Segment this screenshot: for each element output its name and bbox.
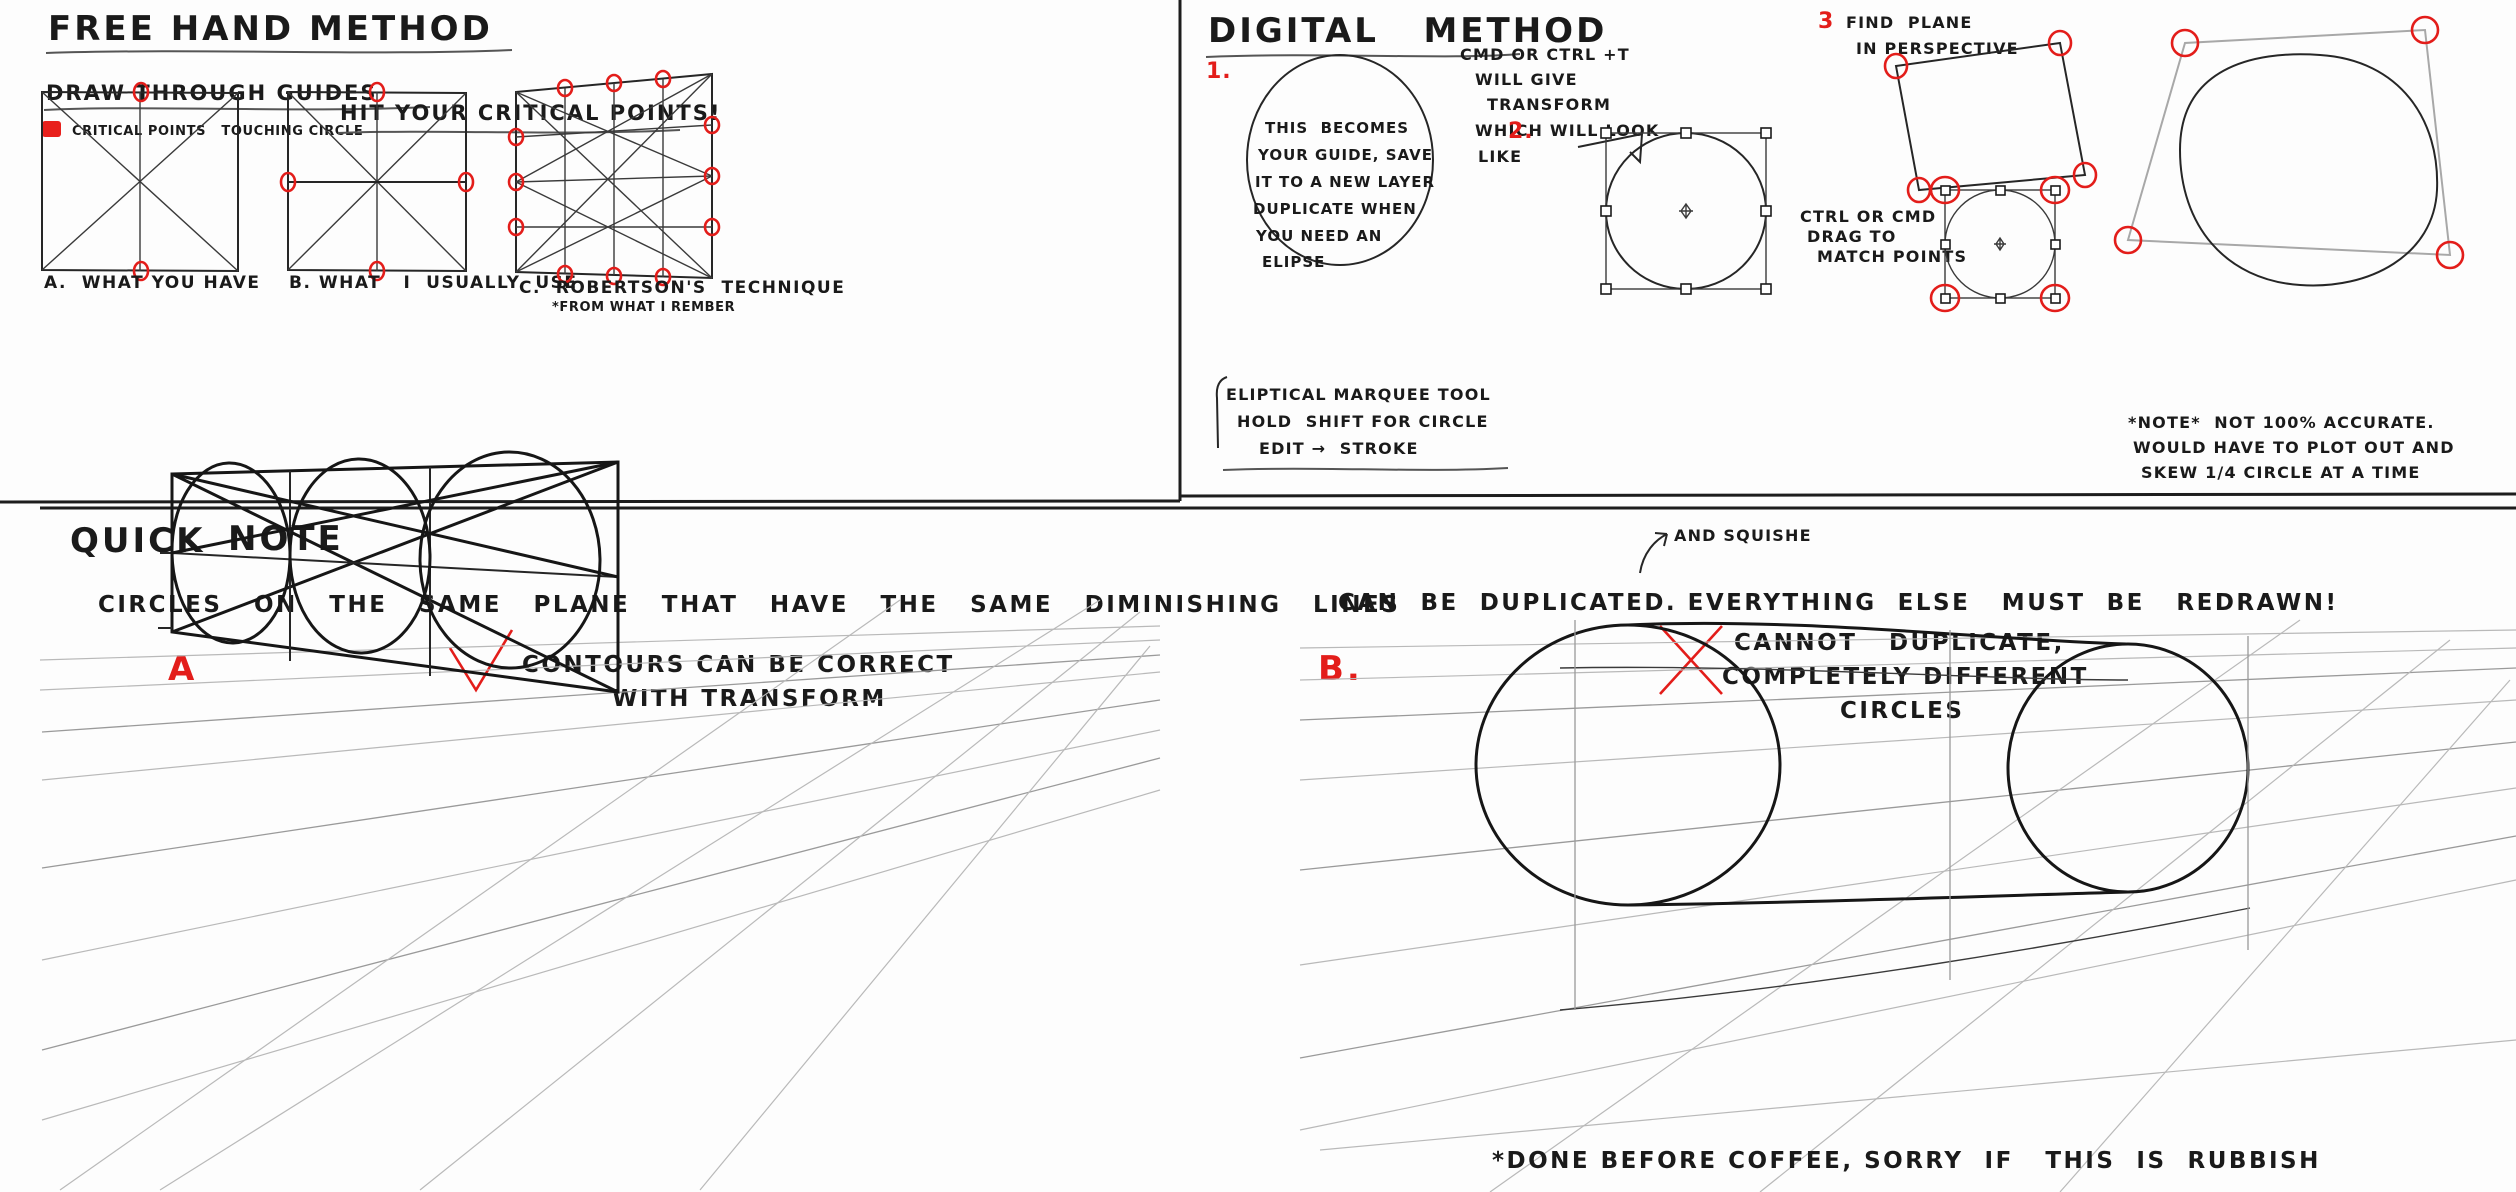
drawing-canvas: FREE HAND METHOD DRAW THROUGH GUIDES CRI… xyxy=(0,0,2516,1192)
cylinder-bottom-edge xyxy=(1627,890,2129,907)
divider-horizontal-left xyxy=(0,499,1181,504)
transform-note-line-2: WILL GIVE xyxy=(1475,70,1578,89)
circle-note-line-6: ELIPSE xyxy=(1262,253,1325,271)
box-c-caption: C. ROBERTSON'S TECHNIQUE xyxy=(519,278,845,298)
circle-note-line-5: YOU NEED AN xyxy=(1255,227,1382,245)
transform-note-line-4: WHICH WILL LOOK xyxy=(1475,121,1659,140)
box-a-caption: A. WHAT YOU HAVE xyxy=(44,273,260,293)
find-plane-line-1: FIND PLANE xyxy=(1846,13,1973,32)
digital-guide-circle: THIS BECOMES YOUR GUIDE, SAVE IT TO A NE… xyxy=(1246,54,1435,271)
example-b: B. CANNOT DUPLICATE, COMPLETELY DIFFEREN… xyxy=(1299,619,2516,1192)
check-icon xyxy=(448,629,514,693)
digital-footnote-line-2: WOULD HAVE TO PLOT OUT AND xyxy=(2133,438,2455,457)
freehand-heading: FREE HAND METHOD xyxy=(48,9,493,49)
diagram-box-a: A. WHAT YOU HAVE xyxy=(41,81,260,293)
transform-note: CMD OR CTRL +T WILL GIVE TRANSFORM WHICH… xyxy=(1460,45,1659,166)
cylinder-guide-lower xyxy=(1559,907,2251,1011)
squish-annotation-text: AND SQUISHE xyxy=(1674,526,1812,545)
divider-horizontal-right xyxy=(1179,492,2516,498)
circle-note-line-4: DUPLICATE WHEN xyxy=(1253,200,1417,218)
transform-center-pivot-icon xyxy=(1679,202,1693,220)
freehand-section: FREE HAND METHOD DRAW THROUGH GUIDES CRI… xyxy=(41,9,845,315)
marquee-tool-note: ELIPTICAL MARQUEE TOOL HOLD SHIFT FOR CI… xyxy=(1215,376,1509,471)
match-points-note: CTRL OR CMD DRAG TO MATCH POINTS xyxy=(1800,207,1966,266)
quicknote-footer: *DONE BEFORE COFFEE, SORRY IF THIS IS RU… xyxy=(1492,1148,2321,1174)
marquee-note-line-3: EDIT → STROKE xyxy=(1259,439,1419,458)
squish-annotation: AND SQUISHE xyxy=(1639,526,1812,574)
example-b-label: B. xyxy=(1318,649,1363,689)
skewed-result-diagram xyxy=(2113,15,2465,287)
circle-note-line-2: YOUR GUIDE, SAVE xyxy=(1257,146,1433,164)
quicknote-heading-word1: QUICK xyxy=(70,521,205,561)
freehand-heading-underline xyxy=(45,49,513,54)
example-b-note-line-1: CANNOT DUPLICATE, xyxy=(1734,630,2065,656)
marquee-note-line-2: HOLD SHIFT FOR CIRCLE xyxy=(1237,412,1489,431)
digital-footnote: *NOTE* NOT 100% ACCURATE. WOULD HAVE TO … xyxy=(2128,413,2455,482)
marquee-note-underline xyxy=(1222,467,1509,471)
match-points-line-1: CTRL OR CMD xyxy=(1800,207,1936,226)
quicknote-body-right: CAN BE DUPLICATED. EVERYTHING ELSE MUST … xyxy=(1338,590,2339,616)
skew-result-ellipse xyxy=(2178,53,2439,287)
box-c-subcaption: *FROM WHAT I REMBER xyxy=(552,300,735,315)
match-points-transform-box xyxy=(1929,175,2071,313)
digital-step3-label: 3 xyxy=(1818,9,1834,34)
transform-note-line-1: CMD OR CTRL +T xyxy=(1460,45,1630,64)
example-b-ellipse-right xyxy=(2006,642,2250,894)
squish-arrow-icon xyxy=(1639,532,1668,574)
plane-quad-outline xyxy=(1894,41,2087,192)
match-points-line-2: DRAG TO xyxy=(1807,227,1897,246)
circle-note-line-1: THIS BECOMES xyxy=(1265,119,1409,137)
skew-guide-quad xyxy=(2126,28,2452,257)
match-center-pivot-icon xyxy=(1994,236,2006,252)
transform-note-line-3: TRANSFORM xyxy=(1487,95,1611,114)
marquee-note-line-1: ELIPTICAL MARQUEE TOOL xyxy=(1226,385,1491,404)
legend-swatch-icon xyxy=(42,121,61,137)
find-plane-line-2: IN PERSPECTIVE xyxy=(1856,39,2019,58)
digital-step1-label: 1. xyxy=(1206,59,1232,84)
quicknote-section: QUICK NOTE CIRCLES ON THE SAME PLANE THA… xyxy=(39,450,2516,1192)
freehand-legend-text: CRITICAL POINTS TOUCHING CIRCLE xyxy=(72,124,363,139)
notes-sheet: FREE HAND METHOD DRAW THROUGH GUIDES CRI… xyxy=(0,0,2516,1192)
transform-note-line-5: LIKE xyxy=(1478,147,1522,166)
example-b-note-line-3: CIRCLES xyxy=(1840,698,1964,724)
digital-footnote-line-3: SKEW 1/4 CIRCLE AT A TIME xyxy=(2141,463,2421,482)
find-plane-note: 3 FIND PLANE IN PERSPECTIVE xyxy=(1818,9,2019,58)
digital-footnote-line-1: *NOTE* NOT 100% ACCURATE. xyxy=(2128,413,2435,432)
digital-section: DIGITAL METHOD 1. THIS BECOMES YOUR GUID… xyxy=(1205,9,2465,482)
digital-step2-label: 2. xyxy=(1508,119,1534,144)
circle-note-line-3: IT TO A NEW LAYER xyxy=(1255,173,1435,191)
quicknote-body-left: CIRCLES ON THE SAME PLANE THAT HAVE THE … xyxy=(98,592,1400,618)
example-a: A CONTOURS CAN BE CORRECT WITH TRANSFORM xyxy=(39,450,1161,1191)
transform-bounding-box xyxy=(1600,127,1772,295)
